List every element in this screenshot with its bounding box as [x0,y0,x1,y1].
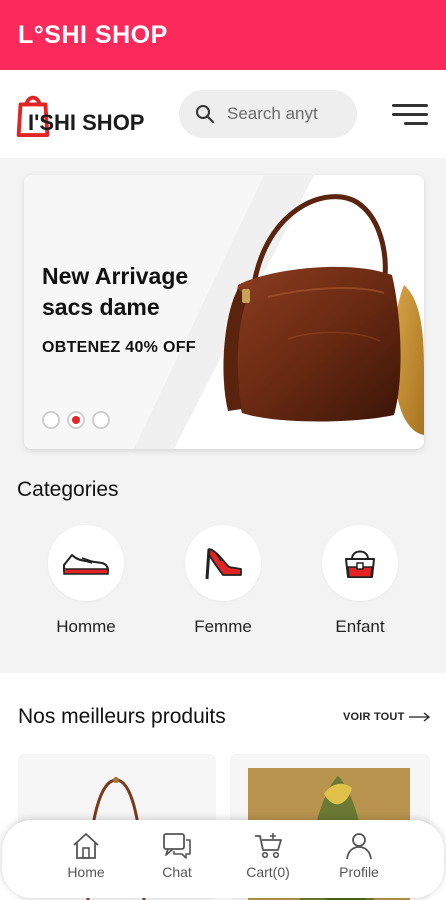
logo-text: I'SHI SHOP [28,110,145,135]
nav-label: Chat [162,864,192,880]
banner-subtitle: OBTENEZ 40% OFF [42,339,196,356]
sneaker-icon [63,554,109,575]
category-list: Homme Femme Enfant [0,525,446,645]
shop-logo[interactable]: I'SHI SHOP [16,88,146,140]
nav-label: Cart(0) [246,864,290,880]
carousel-indicators [42,411,110,429]
see-all-link[interactable]: VOIR TOUT [343,711,431,723]
categories-title: Categories [17,478,119,501]
carousel-dot[interactable] [92,411,110,429]
nav-home[interactable]: Home [46,832,126,880]
category-label: Homme [56,617,116,636]
category-femme[interactable]: Femme [163,525,283,637]
nav-cart[interactable]: Cart(0) [228,832,308,880]
profile-icon [346,833,372,860]
carousel-dot-active[interactable] [67,411,85,429]
header: I'SHI SHOP [0,70,446,158]
nav-profile[interactable]: Profile [319,832,399,880]
category-enfant[interactable]: Enfant [300,525,420,637]
hamburger-line [392,113,428,116]
hamburger-line [392,104,428,107]
category-homme[interactable]: Homme [26,525,146,637]
search-bar[interactable] [179,90,357,138]
see-all-label: VOIR TOUT [343,711,405,723]
app-title: L°SHI SHOP [18,20,168,49]
menu-button[interactable] [392,104,428,126]
search-icon [196,105,214,123]
category-label: Femme [194,617,252,636]
promo-banner[interactable]: New Arrivage sacs dame OBTENEZ 40% OFF [24,175,424,449]
nav-label: Home [67,864,105,880]
home-icon [73,833,99,859]
bottom-navigation: Home Chat Cart(0) Profile [2,820,444,898]
search-input[interactable] [227,104,347,124]
handbag-icon [345,550,375,578]
leather-bag-image [223,194,424,435]
category-circle [322,525,398,601]
arrow-right-icon [408,712,430,722]
products-title: Nos meilleurs produits [18,705,226,728]
hamburger-line [404,122,428,125]
cart-icon [255,833,282,859]
high-heel-icon [205,548,242,580]
app-bar: L°SHI SHOP [0,0,446,70]
category-circle [48,525,124,601]
carousel-dot[interactable] [42,411,60,429]
nav-chat[interactable]: Chat [137,832,217,880]
chat-icon [163,833,191,859]
category-circle [185,525,261,601]
nav-label: Profile [339,864,379,880]
category-label: Enfant [335,617,385,636]
